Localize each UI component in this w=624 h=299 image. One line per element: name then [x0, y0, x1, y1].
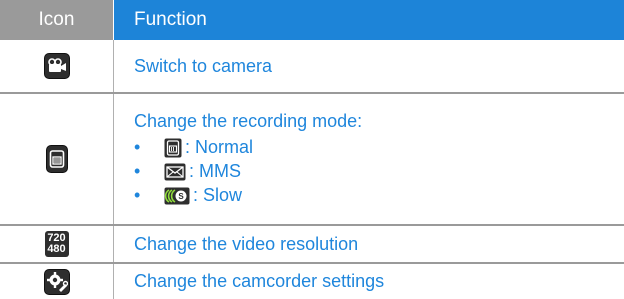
- icon-function-table: Icon Function Switch to camera Change th…: [0, 0, 624, 299]
- header-icon-column: Icon: [0, 0, 113, 40]
- table-row: Change the camcorder settings: [0, 264, 624, 299]
- bullet: •: [134, 185, 141, 205]
- bullet: •: [134, 161, 141, 181]
- resolution-bottom: 480: [47, 243, 66, 255]
- table-row: Switch to camera: [0, 40, 624, 94]
- mode-label: : MMS: [189, 161, 241, 181]
- header-function-column: Function: [113, 0, 624, 40]
- row-text: Change the camcorder settings: [134, 271, 385, 291]
- resolution-icon: 720 480: [44, 231, 69, 257]
- table-row: Change the recording mode: • : Normal • …: [0, 94, 624, 226]
- table-row: 720 480 Change the video resolution: [0, 226, 624, 264]
- icon-cell: [0, 40, 114, 92]
- normal-mode-icon: [164, 138, 182, 158]
- svg-text:S: S: [178, 192, 184, 201]
- camera-switch-icon: [43, 53, 70, 79]
- list-item: • : Normal: [134, 136, 624, 160]
- mms-mode-icon: [164, 162, 186, 182]
- function-cell: Change the camcorder settings: [114, 264, 624, 299]
- function-cell: Change the recording mode: • : Normal • …: [114, 94, 624, 224]
- slow-mode-icon: S: [164, 186, 190, 206]
- row-text: Change the recording mode:: [134, 110, 363, 131]
- list-item: • : MMS: [134, 160, 624, 184]
- function-cell: Change the video resolution: [114, 226, 624, 262]
- function-cell: Switch to camera: [114, 40, 624, 92]
- mode-label: : Normal: [185, 137, 254, 157]
- icon-cell: 720 480: [0, 226, 114, 262]
- settings-icon: [43, 268, 70, 295]
- icon-cell: [0, 264, 114, 299]
- mode-list: • : Normal •: MMS • S: Slow: [134, 136, 624, 208]
- bullet: •: [134, 137, 141, 157]
- recording-mode-icon: [45, 145, 68, 173]
- row-text: Switch to camera: [134, 55, 273, 76]
- table-header: Icon Function: [0, 0, 624, 40]
- row-text: Change the video resolution: [134, 233, 359, 254]
- icon-cell: [0, 94, 114, 224]
- mode-label: : Slow: [193, 185, 243, 205]
- list-item: • S : Slow: [134, 184, 624, 208]
